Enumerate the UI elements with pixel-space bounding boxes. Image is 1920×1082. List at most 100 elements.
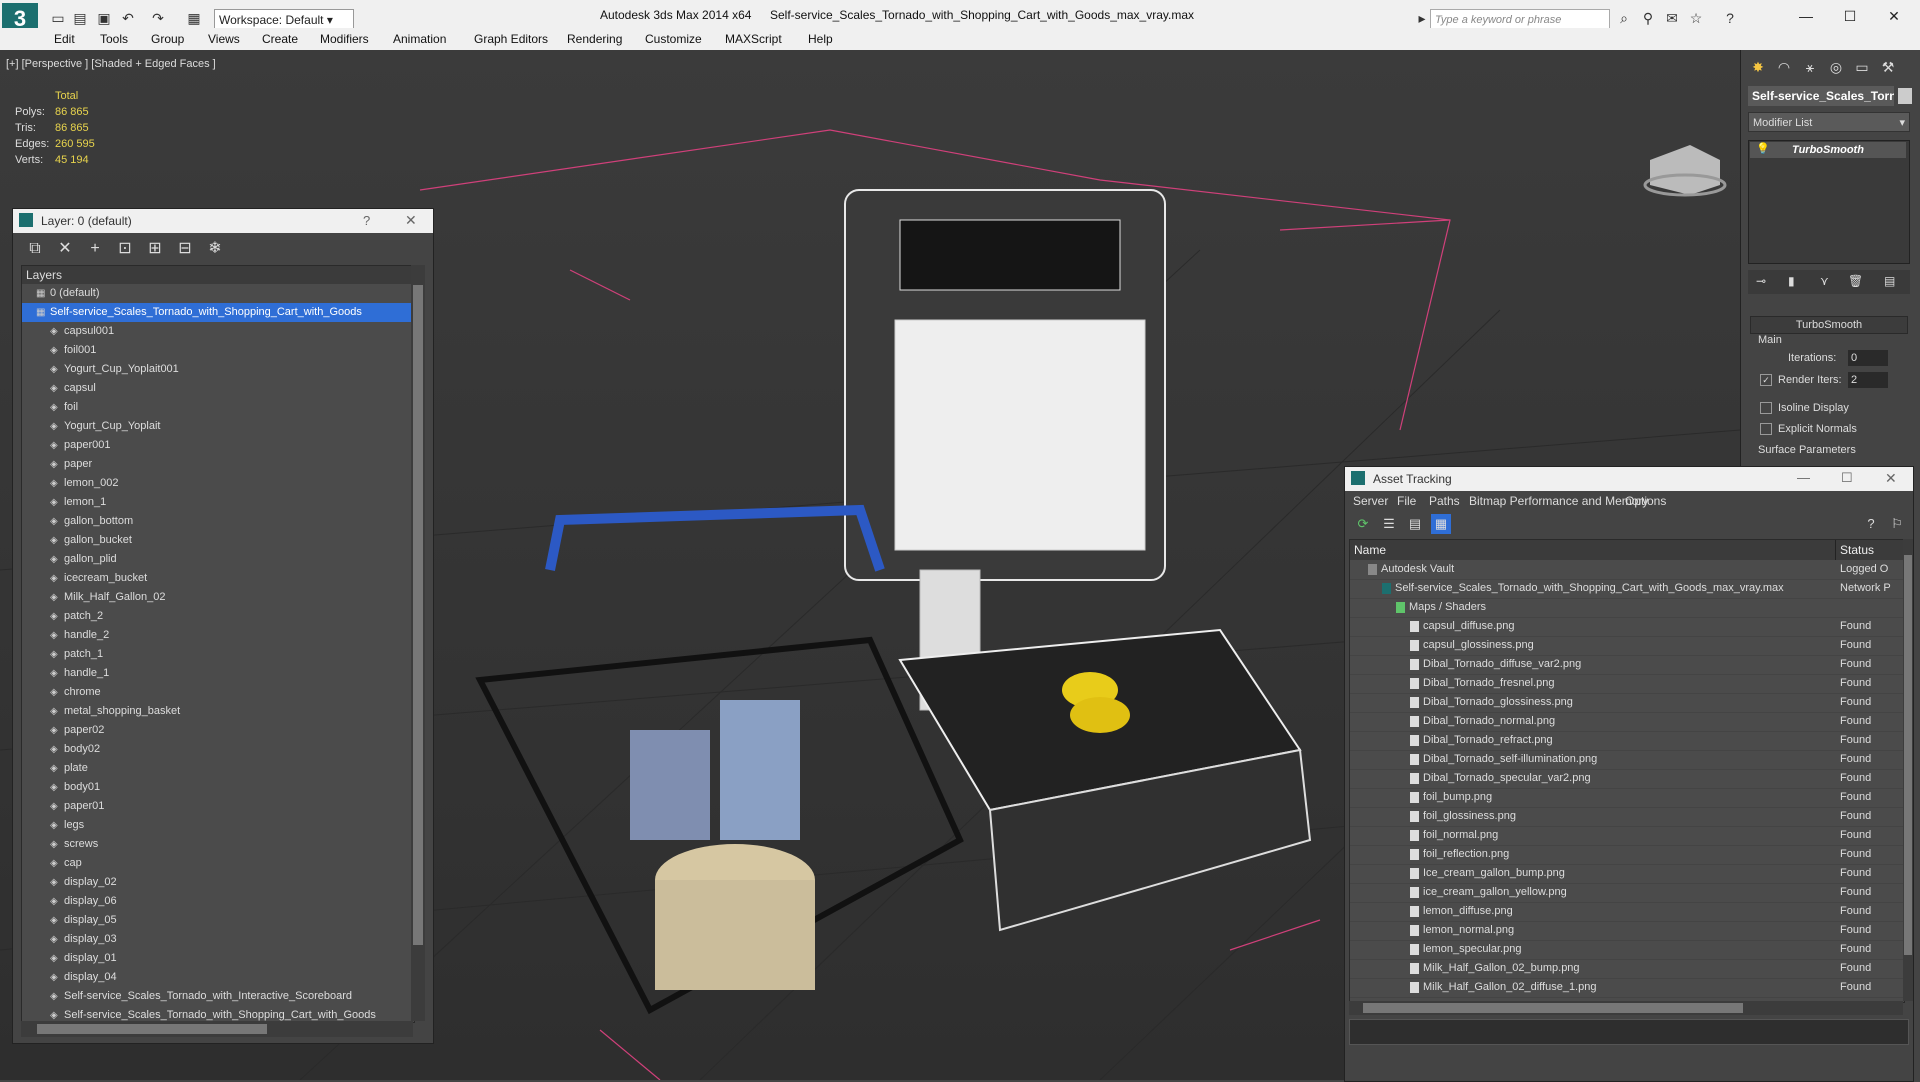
pin-stack-icon[interactable]: ⊸	[1756, 274, 1766, 288]
asset-row[interactable]: Maps / Shaders	[1350, 598, 1904, 618]
make-unique-icon[interactable]: ⋎	[1820, 274, 1829, 288]
asset-window-titlebar[interactable]: Asset Tracking — ☐ ✕	[1345, 467, 1913, 491]
modifier-list-dropdown[interactable]: Modifier List ▾	[1748, 112, 1910, 132]
layer-object-row[interactable]: ◈ screws	[22, 835, 414, 854]
asset-row[interactable]: ice_cream_gallon_yellow.png Found	[1350, 883, 1904, 903]
layer-horizontal-scrollbar[interactable]	[21, 1021, 413, 1037]
menu-edit[interactable]: Edit	[54, 32, 75, 46]
layer-object-row[interactable]: ◈ display_02	[22, 873, 414, 892]
communication-icon[interactable]: ✉	[1664, 10, 1680, 26]
project-folder-icon[interactable]: ▦	[186, 10, 202, 26]
list-view-icon[interactable]: ☰	[1379, 514, 1399, 534]
binoculars-icon[interactable]: ⌕	[1616, 10, 1632, 26]
layer-object-row[interactable]: ◈ handle_2	[22, 626, 414, 645]
viewport-label[interactable]: [+] [Perspective ] [Shaded + Edged Faces…	[6, 58, 216, 70]
asset-menu-paths[interactable]: Paths	[1429, 494, 1460, 508]
asset-horizontal-scrollbar[interactable]	[1349, 1001, 1903, 1015]
show-end-result-icon[interactable]: ▮	[1788, 274, 1795, 288]
asset-row[interactable]: Autodesk Vault Logged O	[1350, 560, 1904, 580]
asset-row[interactable]: Milk_Half_Gallon_02_diffuse_1.png Found	[1350, 978, 1904, 998]
modify-tab-icon[interactable]: ◠	[1773, 56, 1795, 78]
layer-object-row[interactable]: ◈ legs	[22, 816, 414, 835]
asset-row[interactable]: foil_reflection.png Found	[1350, 845, 1904, 865]
asset-menu-bitmap-performance-and-memory[interactable]: Bitmap Performance and Memory	[1469, 494, 1648, 508]
layer-object-row[interactable]: ◈ foil	[22, 398, 414, 417]
layer-object-row[interactable]: ◈ foil001	[22, 341, 414, 360]
open-file-icon[interactable]: ▤	[72, 10, 88, 26]
help-icon[interactable]: ?	[363, 213, 370, 228]
stack-item-turbosmooth[interactable]: TurboSmooth	[1750, 142, 1906, 158]
close-icon[interactable]: ✕	[405, 212, 417, 229]
layer-object-row[interactable]: ◈ paper	[22, 455, 414, 474]
asset-row[interactable]: Milk_Half_Gallon_02_bump.png Found	[1350, 959, 1904, 979]
refresh-icon[interactable]: ⟳	[1353, 514, 1373, 534]
search-input[interactable]: Type a keyword or phrase	[1430, 9, 1610, 29]
remove-modifier-icon[interactable]: 🗑	[1848, 274, 1863, 288]
utilities-tab-icon[interactable]: ⚒	[1877, 56, 1899, 78]
layer-row[interactable]: ▦ 0 (default)	[22, 284, 414, 303]
select-objects-icon[interactable]: ⊡	[115, 239, 135, 259]
name-column-header[interactable]: Name	[1350, 540, 1836, 560]
lightbulb-icon[interactable]: 💡	[1756, 142, 1770, 155]
layer-object-row[interactable]: ◈ display_04	[22, 968, 414, 987]
layer-object-row[interactable]: ◈ Milk_Half_Gallon_02	[22, 588, 414, 607]
menu-tools[interactable]: Tools	[100, 32, 128, 46]
render-iters-checkbox[interactable]: ✓	[1760, 374, 1772, 387]
layer-object-row[interactable]: ◈ body01	[22, 778, 414, 797]
menu-animation[interactable]: Animation	[393, 32, 446, 46]
minimize-button[interactable]: —	[1786, 4, 1826, 28]
menu-create[interactable]: Create	[262, 32, 298, 46]
asset-row[interactable]: Dibal_Tornado_refract.png Found	[1350, 731, 1904, 751]
object-name-field[interactable]: Self-service_Scales_Torn	[1748, 86, 1894, 106]
hide-all-icon[interactable]: ⊟	[175, 239, 195, 259]
layer-window-titlebar[interactable]: Layer: 0 (default) ? ✕	[13, 209, 433, 233]
asset-row[interactable]: Dibal_Tornado_normal.png Found	[1350, 712, 1904, 732]
layer-object-row[interactable]: ◈ metal_shopping_basket	[22, 702, 414, 721]
help-icon[interactable]: ?	[1722, 10, 1738, 26]
isoline-checkbox[interactable]	[1760, 402, 1772, 415]
maximize-button[interactable]: ☐	[1830, 4, 1870, 28]
menu-help[interactable]: Help	[808, 32, 833, 46]
asset-row[interactable]: foil_bump.png Found	[1350, 788, 1904, 808]
layer-object-row[interactable]: ◈ paper02	[22, 721, 414, 740]
layer-object-row[interactable]: ◈ handle_1	[22, 664, 414, 683]
render-iters-spinner[interactable]: 2	[1848, 372, 1888, 388]
iterations-spinner[interactable]: 0	[1848, 350, 1888, 366]
close-icon[interactable]: ✕	[1885, 470, 1897, 487]
layer-object-row[interactable]: ◈ cap	[22, 854, 414, 873]
asset-row[interactable]: Self-service_Scales_Tornado_with_Shoppin…	[1350, 579, 1904, 599]
layer-object-row[interactable]: ◈ gallon_bottom	[22, 512, 414, 531]
layer-object-row[interactable]: ◈ Self-service_Scales_Tornado_with_Intera…	[22, 987, 414, 1006]
configure-sets-icon[interactable]: ▤	[1884, 274, 1895, 288]
asset-row[interactable]: lemon_specular.png Found	[1350, 940, 1904, 960]
asset-row[interactable]: lemon_normal.png Found	[1350, 921, 1904, 941]
layer-object-row[interactable]: ◈ body02	[22, 740, 414, 759]
asset-row[interactable]: Dibal_Tornado_glossiness.png Found	[1350, 693, 1904, 713]
new-file-icon[interactable]: ▭	[50, 10, 66, 26]
layer-object-row[interactable]: ◈ display_05	[22, 911, 414, 930]
delete-layer-icon[interactable]: ✕	[55, 239, 75, 259]
add-selected-icon[interactable]: +	[85, 239, 105, 259]
highlight-layer-icon[interactable]: ⊞	[145, 239, 165, 259]
layer-object-row[interactable]: ◈ icecream_bucket	[22, 569, 414, 588]
layer-object-row[interactable]: ◈ gallon_plid	[22, 550, 414, 569]
asset-row[interactable]: foil_glossiness.png Found	[1350, 807, 1904, 827]
asset-row[interactable]: capsul_glossiness.png Found	[1350, 636, 1904, 656]
layer-object-row[interactable]: ◈ display_03	[22, 930, 414, 949]
asset-menu-options[interactable]: Options	[1625, 494, 1666, 508]
asset-menu-file[interactable]: File	[1397, 494, 1416, 508]
menu-customize[interactable]: Customize	[645, 32, 702, 46]
favorites-star-icon[interactable]: ☆	[1688, 10, 1704, 26]
asset-menu-server[interactable]: Server	[1353, 494, 1388, 508]
menu-modifiers[interactable]: Modifiers	[320, 32, 369, 46]
layer-object-row[interactable]: ◈ lemon_002	[22, 474, 414, 493]
thumbnail-view-icon[interactable]: ▤	[1405, 514, 1425, 534]
layer-object-row[interactable]: ◈ patch_1	[22, 645, 414, 664]
asset-row[interactable]: lemon_diffuse.png Found	[1350, 902, 1904, 922]
turbosmooth-rollout-header[interactable]: TurboSmooth	[1750, 316, 1908, 334]
help-icon[interactable]: ?	[1861, 514, 1881, 534]
new-layer-icon[interactable]: ⧉	[25, 239, 45, 259]
subscription-icon[interactable]: ⚲	[1640, 10, 1656, 26]
undo-icon[interactable]: ↶	[120, 10, 136, 26]
menu-graph-editors[interactable]: Graph Editors	[474, 32, 548, 46]
